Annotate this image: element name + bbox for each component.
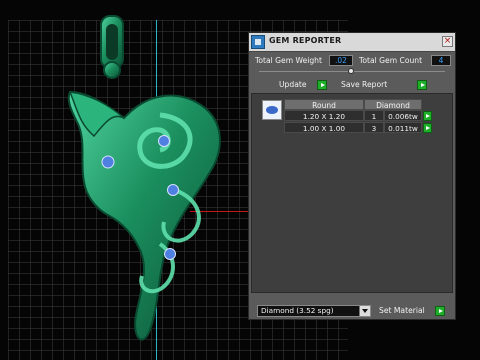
total-gem-count-label: Total Gem Count — [359, 56, 423, 65]
gem-shape-icon — [262, 100, 282, 120]
gem-marker — [164, 248, 176, 260]
set-material-play-icon — [435, 306, 445, 316]
chevron-down-icon — [359, 306, 370, 316]
row1-count: 1 — [364, 110, 384, 121]
material-select[interactable]: Diamond (3.52 spg) — [257, 305, 371, 317]
column-round: Round — [284, 99, 364, 110]
save-report-button[interactable]: Save Report — [341, 79, 429, 91]
row1-select-button[interactable] — [423, 111, 432, 121]
gem-marker — [101, 155, 115, 169]
set-material-button[interactable]: Set Material — [379, 305, 449, 317]
update-play-icon — [317, 80, 327, 90]
gem-reporter-panel: GEM REPORTER × Total Gem Weight .02 Tota… — [248, 32, 456, 320]
row2-size: 1.00 X 1.00 — [284, 122, 364, 133]
save-report-play-icon — [417, 80, 427, 90]
total-gem-weight-value: .02 — [329, 55, 353, 66]
update-button[interactable]: Update — [279, 79, 331, 91]
close-button[interactable]: × — [442, 36, 453, 47]
row2-weight: 0.011tw — [384, 122, 422, 133]
update-label: Update — [279, 80, 307, 89]
row2-count: 3 — [364, 122, 384, 133]
gem-list: Round Diamond 1.20 X 1.20 1 0.006tw 1.00… — [251, 93, 453, 293]
set-material-label: Set Material — [379, 306, 425, 315]
gem-marker — [167, 184, 179, 196]
row1-size: 1.20 X 1.20 — [284, 110, 364, 121]
row2-select-button[interactable] — [423, 123, 432, 133]
material-select-value: Diamond (3.52 spg) — [261, 306, 334, 315]
column-diamond: Diamond — [364, 99, 422, 110]
slider-thumb[interactable] — [348, 68, 354, 74]
total-gem-weight-label: Total Gem Weight — [255, 56, 322, 65]
panel-title: GEM REPORTER — [269, 36, 342, 45]
total-gem-count-value: 4 — [431, 55, 451, 66]
panel-titlebar[interactable]: GEM REPORTER × — [249, 33, 455, 52]
save-report-label: Save Report — [341, 80, 388, 89]
row1-weight: 0.006tw — [384, 110, 422, 121]
gem-marker — [158, 135, 170, 147]
gem-reporter-app-icon — [251, 35, 265, 49]
